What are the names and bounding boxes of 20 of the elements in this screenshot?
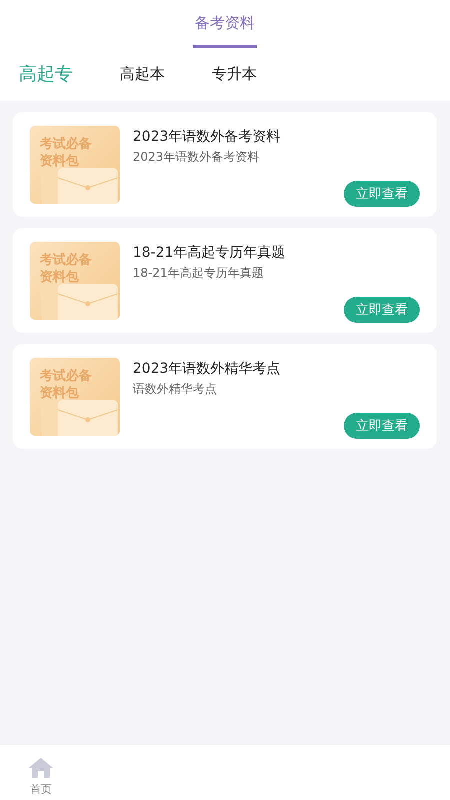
material-title: 18-21年高起专历年真题 — [133, 244, 287, 262]
nav-item[interactable]: 首页 — [0, 745, 82, 800]
cover-text: 考试必备 — [40, 252, 92, 269]
material-subtitle: 2023年语数外备考资料 — [133, 149, 261, 166]
material-card[interactable]: 考试必备 资料包 2023年语数外备考资料 2023年语数外备考资料 立即查看 — [13, 112, 437, 217]
material-card[interactable]: 考试必备 资料包 2023年语数外精华考点 语数外精华考点 立即查看 — [13, 344, 437, 449]
category-tab[interactable]: 专升本 — [212, 64, 257, 84]
home-icon — [28, 757, 54, 779]
cover-text: 考试必备 — [40, 368, 92, 385]
category-tab[interactable]: 高起本 — [120, 64, 165, 84]
material-title: 2023年语数外精华考点 — [133, 360, 282, 378]
cover-text: 资料包 — [40, 385, 80, 402]
cover-text: 考试必备 — [40, 136, 92, 153]
material-subtitle: 语数外精华考点 — [133, 381, 218, 398]
material-title: 2023年语数外备考资料 — [133, 128, 282, 146]
cover-text: 资料包 — [40, 269, 80, 286]
page-title: 备考资料 — [193, 14, 257, 48]
material-subtitle: 18-21年高起专历年真题 — [133, 265, 265, 282]
material-card[interactable]: 考试必备 资料包 18-21年高起专历年真题 18-21年高起专历年真题 立即查看 — [13, 228, 437, 333]
cover-text: 资料包 — [40, 153, 80, 170]
